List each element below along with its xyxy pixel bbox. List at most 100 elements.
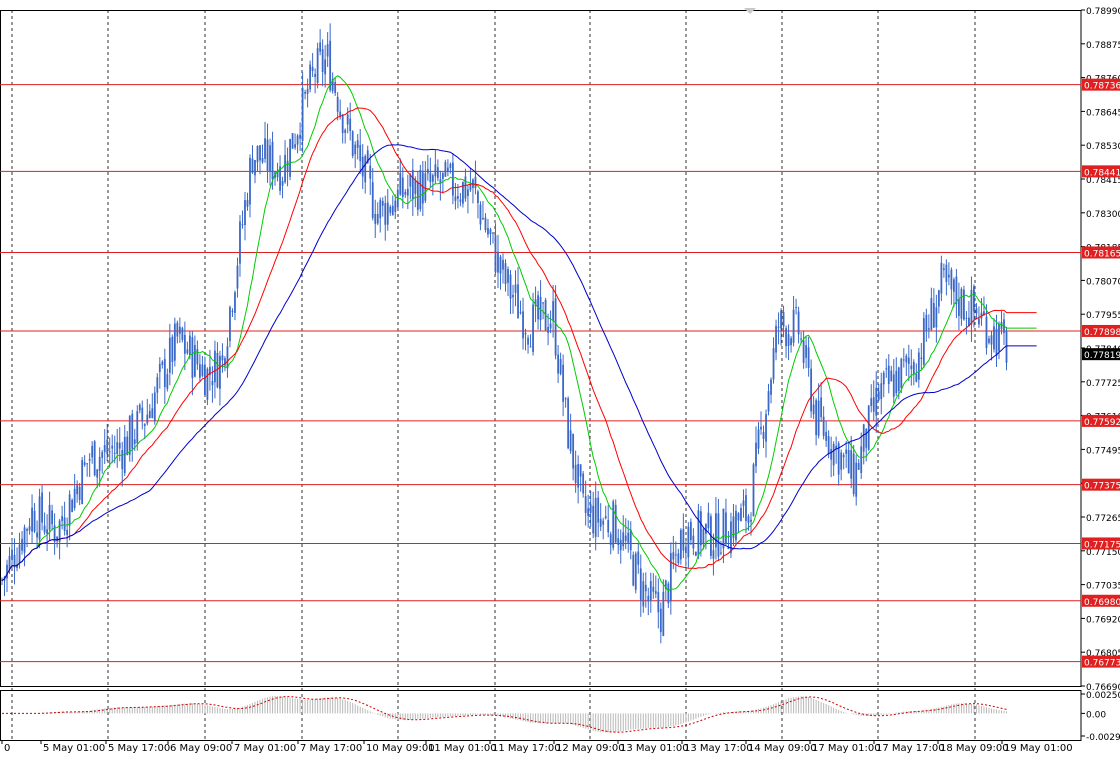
candle-body bbox=[83, 462, 86, 465]
candle-body bbox=[457, 195, 459, 199]
candle-body bbox=[579, 464, 582, 477]
candle-body bbox=[850, 450, 853, 479]
oscillator-axis-label: -0.00292 bbox=[1086, 733, 1120, 743]
candle-body bbox=[822, 416, 825, 437]
candle-body bbox=[141, 407, 144, 421]
candle-body bbox=[281, 180, 284, 186]
candle-body bbox=[978, 318, 980, 325]
candle-body bbox=[760, 426, 762, 430]
candle-body bbox=[346, 114, 349, 125]
level-price-label: 0.78441 bbox=[1084, 168, 1120, 178]
candle-body bbox=[634, 553, 637, 590]
candle-body bbox=[78, 486, 81, 500]
moving-average-medium bbox=[1, 107, 1037, 582]
candle-body bbox=[817, 400, 820, 436]
candle-body bbox=[895, 370, 898, 394]
candle-body bbox=[777, 326, 780, 328]
candle-body bbox=[892, 374, 895, 397]
candle-body bbox=[617, 538, 620, 545]
price-axis-label: 0.77035 bbox=[1086, 582, 1120, 592]
candle-body bbox=[712, 550, 715, 559]
candle-body bbox=[294, 144, 296, 148]
candle-body bbox=[88, 459, 91, 461]
candle-body bbox=[800, 338, 802, 340]
candle-body bbox=[46, 529, 48, 534]
candle-body bbox=[699, 511, 702, 546]
candle-body bbox=[163, 359, 166, 388]
candle-body bbox=[351, 131, 354, 157]
candle-body bbox=[246, 200, 249, 207]
candle-body bbox=[950, 269, 953, 290]
candle-body bbox=[589, 504, 592, 513]
candle-body bbox=[592, 505, 595, 534]
x-axis-label: 19 May 01:00 bbox=[1004, 743, 1073, 754]
candle-body bbox=[947, 274, 950, 278]
x-axis-label: 18 May 09:00 bbox=[940, 743, 1009, 754]
candle-body bbox=[622, 532, 625, 547]
candle-body bbox=[973, 286, 975, 312]
candle-body bbox=[717, 513, 720, 557]
candle-body bbox=[632, 554, 635, 586]
candle-body bbox=[842, 454, 845, 458]
candle-body bbox=[416, 181, 419, 210]
candle-body bbox=[820, 397, 823, 418]
candles-layer bbox=[1, 23, 1008, 644]
price-chart[interactable]: 05 May 01:00 5 May 17:00 6 May 09:00 7 May … bbox=[0, 0, 1120, 758]
candle-body bbox=[193, 344, 196, 377]
price-axis-label: 0.78070 bbox=[1086, 277, 1120, 287]
moving-average-fast bbox=[1, 75, 1037, 592]
candle-body bbox=[958, 299, 960, 316]
candle-body bbox=[138, 404, 141, 411]
candle-body bbox=[775, 325, 777, 353]
candle-body bbox=[524, 332, 527, 335]
candle-body bbox=[291, 133, 294, 149]
candle-body bbox=[36, 532, 38, 538]
candle-body bbox=[988, 338, 990, 343]
candle-body bbox=[467, 189, 469, 197]
candle-body bbox=[214, 350, 216, 383]
candle-body bbox=[136, 411, 139, 444]
x-axis-label: 14 May 09:00 bbox=[748, 743, 817, 754]
candle-body bbox=[507, 268, 509, 283]
candle-body bbox=[742, 500, 745, 506]
candle-body bbox=[391, 205, 394, 216]
level-price-label: 0.78165 bbox=[1084, 249, 1120, 259]
candle-body bbox=[870, 398, 873, 406]
oscillator-axis-label: 0.002505 bbox=[1086, 691, 1120, 701]
candle-body bbox=[497, 251, 499, 273]
candle-body bbox=[557, 354, 560, 374]
x-axis-label: 17 May 01:00 bbox=[812, 743, 881, 754]
candle-body bbox=[805, 345, 808, 358]
candle-body bbox=[359, 144, 362, 162]
candle-body bbox=[654, 591, 657, 594]
candle-body bbox=[852, 453, 855, 495]
candle-body bbox=[113, 452, 116, 454]
candle-body bbox=[607, 519, 610, 533]
candle-body bbox=[406, 188, 409, 196]
candle-body bbox=[259, 145, 261, 161]
candle-body bbox=[452, 162, 454, 196]
candle-body bbox=[429, 172, 432, 183]
candle-body bbox=[572, 433, 575, 469]
candle-body bbox=[925, 314, 928, 332]
x-axis-label: 11 May 17:00 bbox=[492, 743, 561, 754]
candle-body bbox=[597, 497, 600, 523]
moving-average-slow bbox=[1, 144, 1037, 582]
candle-body bbox=[872, 397, 875, 412]
candle-body bbox=[940, 262, 943, 294]
candle-body bbox=[299, 134, 301, 139]
candle-body bbox=[239, 221, 241, 264]
candle-body bbox=[254, 160, 256, 176]
candle-body bbox=[692, 535, 695, 549]
candle-body bbox=[882, 372, 885, 385]
candle-body bbox=[990, 335, 993, 345]
candle-body bbox=[767, 391, 770, 412]
candle-body bbox=[762, 432, 765, 439]
candle-body bbox=[256, 145, 259, 163]
candle-body bbox=[787, 334, 790, 346]
candle-body bbox=[609, 534, 612, 546]
candle-body bbox=[143, 424, 146, 426]
candle-body bbox=[399, 172, 402, 195]
candle-body bbox=[123, 436, 126, 474]
candle-body bbox=[667, 583, 670, 604]
